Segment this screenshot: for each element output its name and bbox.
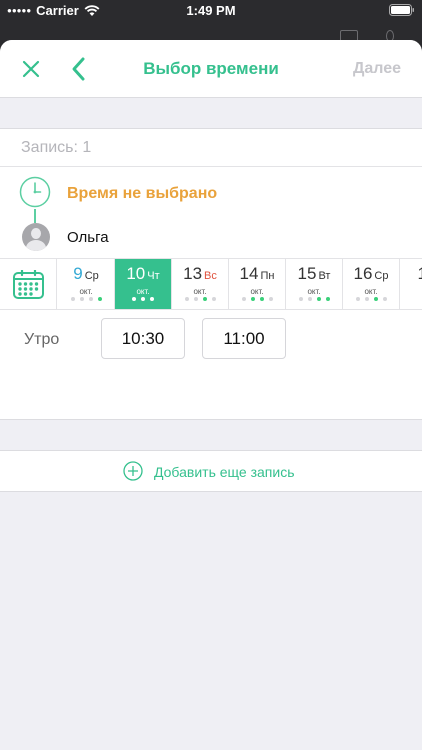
day-weekday: Ср	[84, 270, 99, 282]
avatar	[22, 223, 50, 251]
day-cell[interactable]: 14 Пн окт.	[229, 259, 286, 309]
day-month: окт.	[250, 287, 264, 296]
availability-dot	[241, 297, 246, 301]
day-weekday: Вс	[204, 270, 217, 282]
availability-dot	[268, 297, 273, 301]
availability-dots	[115, 297, 171, 301]
period-label: Утро	[24, 331, 60, 348]
day-weekday: Вт	[318, 270, 331, 282]
availability-dot	[193, 297, 198, 301]
availability-dot	[132, 297, 136, 301]
day-cell[interactable]: 15 Вт окт.	[286, 259, 343, 309]
add-record-button[interactable]: Добавить еще запись	[0, 450, 422, 492]
availability-dot	[307, 297, 312, 301]
record-number-label: Запись: 1	[21, 139, 92, 156]
availability-dots	[58, 297, 114, 301]
availability-dot	[211, 297, 216, 301]
availability-dot	[373, 297, 378, 301]
day-month: окт.	[79, 287, 93, 296]
divider	[0, 166, 422, 167]
navigation-bar: Выбор времени Далее	[0, 40, 422, 98]
next-button[interactable]: Далее	[353, 60, 401, 78]
day-cell[interactable]: 9 Ср окт.	[58, 259, 115, 309]
day-weekday: Чт	[147, 270, 160, 282]
availability-dot	[70, 297, 75, 301]
availability-dot	[79, 297, 84, 301]
day-month: окт.	[136, 287, 150, 296]
time-slot-button[interactable]: 10:30	[101, 318, 185, 359]
clock-time: 1:49 PM	[186, 3, 236, 18]
time-status: Время не выбрано	[67, 185, 218, 202]
day-month: окт.	[364, 287, 378, 296]
day-cell-selected[interactable]: 10 Чт окт.	[115, 259, 172, 309]
day-cell[interactable]: 17	[400, 259, 422, 309]
day-month: окт.	[193, 287, 207, 296]
availability-dot	[88, 297, 93, 301]
availability-dot	[97, 297, 102, 301]
availability-dots	[229, 297, 285, 301]
battery-icon	[389, 4, 415, 19]
day-number: 16	[353, 264, 373, 283]
add-record-label: Добавить еще запись	[154, 464, 295, 480]
day-number: 15	[297, 264, 317, 283]
day-weekday: Пн	[260, 270, 275, 282]
availability-dots	[286, 297, 342, 301]
day-weekday: Ср	[374, 270, 389, 282]
availability-dot	[202, 297, 207, 301]
availability-dot	[325, 297, 330, 301]
day-month: окт.	[307, 287, 321, 296]
time-slot-button[interactable]: 11:00	[202, 318, 286, 359]
time-picker-sheet: Выбор времени Далее Запись: 1 Время не в…	[0, 40, 422, 750]
clock-icon	[19, 176, 51, 208]
day-number: 9	[73, 264, 83, 283]
day-cell[interactable]: 13 Вс окт.	[172, 259, 229, 309]
day-cell[interactable]: 16 Ср окт.	[343, 259, 400, 309]
date-strip[interactable]: 9 Ср окт. 10 Чт окт. 13 Вс окт. 14 Пн окт. 15 Вт окт. 1…	[0, 258, 422, 310]
connector-line	[34, 209, 36, 223]
availability-dot	[316, 297, 321, 301]
availability-dot	[382, 297, 387, 301]
availability-dot	[184, 297, 189, 301]
availability-dot	[150, 297, 154, 301]
calendar-button[interactable]	[0, 259, 57, 309]
status-bar: ●●●●● Carrier 1:49 PM	[0, 0, 422, 22]
availability-dot	[259, 297, 264, 301]
record-card: Запись: 1 Время не выбрано Ольга 9 Ср ок…	[0, 128, 422, 420]
day-number: 17	[418, 264, 422, 283]
availability-dots	[343, 297, 399, 301]
calendar-icon	[13, 270, 44, 299]
day-number: 13	[183, 264, 203, 283]
specialist-name: Ольга	[67, 229, 109, 246]
availability-dot	[250, 297, 255, 301]
availability-dot	[141, 297, 145, 301]
availability-dot	[364, 297, 369, 301]
day-number: 14	[239, 264, 259, 283]
availability-dot	[355, 297, 360, 301]
plus-circle-icon	[123, 461, 143, 481]
availability-dots	[172, 297, 228, 301]
availability-dot	[298, 297, 303, 301]
day-number: 10	[126, 264, 146, 283]
